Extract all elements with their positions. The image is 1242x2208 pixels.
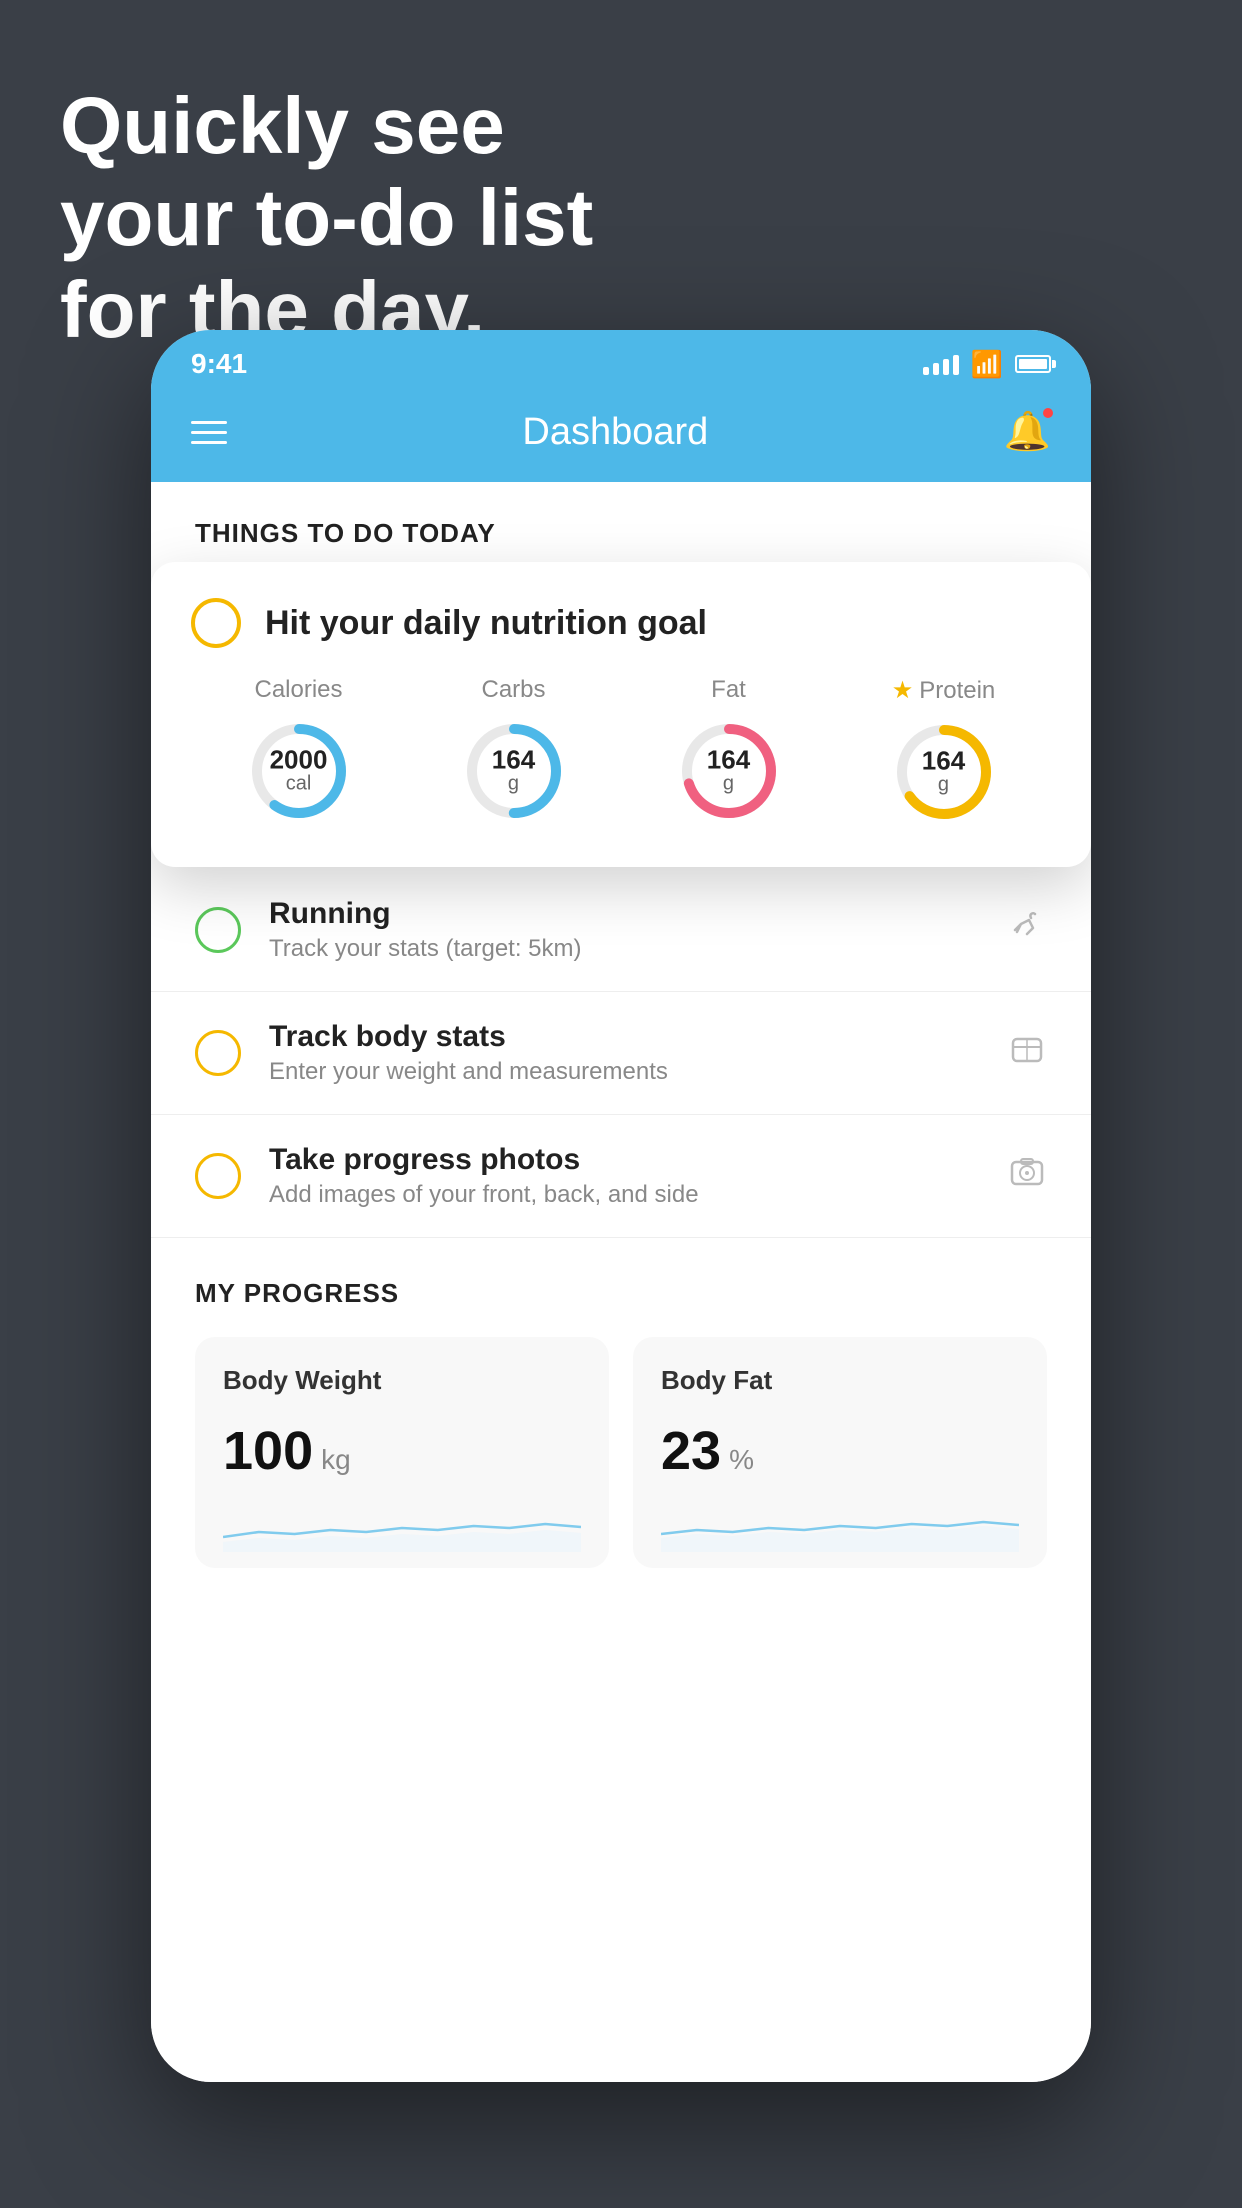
todo-section: Running Track your stats (target: 5km) T…: [151, 869, 1091, 1238]
todo-item-progress-photos[interactable]: Take progress photos Add images of your …: [151, 1115, 1091, 1238]
status-icons: 📶: [923, 349, 1051, 380]
photo-icon: [1007, 1152, 1047, 1201]
running-icon: [1007, 906, 1047, 955]
notification-badge: [1041, 406, 1055, 420]
fat-donut: 164 g: [674, 716, 784, 826]
phone-mockup: 9:41 📶 Dashboard 🔔 THINGS TO DO TODAY: [151, 330, 1091, 2082]
scale-icon: [1007, 1029, 1047, 1078]
nutrition-row: Calories 2000 cal Carbs: [191, 676, 1051, 827]
menu-button[interactable]: [191, 421, 227, 444]
nutrition-carbs: Carbs 164 g: [459, 676, 569, 826]
battery-icon: [1015, 355, 1051, 373]
card-header: Hit your daily nutrition goal: [191, 598, 1051, 648]
section-header-today: THINGS TO DO TODAY: [151, 482, 1091, 569]
todo-circle-progress-photos: [195, 1153, 241, 1199]
phone-body: THINGS TO DO TODAY Hit your daily nutrit…: [151, 482, 1091, 2082]
nav-bar: Dashboard 🔔: [151, 390, 1091, 482]
weight-wave: [223, 1502, 581, 1552]
nav-title: Dashboard: [522, 411, 708, 454]
body-fat-title: Body Fat: [661, 1365, 1019, 1396]
carbs-label: Carbs: [481, 676, 545, 704]
task-circle-nutrition[interactable]: [191, 598, 241, 648]
calories-donut: 2000 cal: [244, 716, 354, 826]
body-weight-title: Body Weight: [223, 1365, 581, 1396]
nutrition-card: Hit your daily nutrition goal Calories 2…: [151, 562, 1091, 867]
fat-label: Fat: [711, 676, 746, 704]
todo-text-progress-photos: Take progress photos Add images of your …: [269, 1143, 1007, 1209]
wifi-icon: 📶: [971, 349, 1003, 380]
signal-icon: [923, 353, 959, 375]
todo-circle-running: [195, 907, 241, 953]
progress-card-weight[interactable]: Body Weight 100 kg: [195, 1337, 609, 1568]
todo-item-body-stats[interactable]: Track body stats Enter your weight and m…: [151, 992, 1091, 1115]
nutrition-protein: ★ Protein 164 g: [889, 676, 999, 827]
body-fat-value: 23 %: [661, 1420, 1019, 1482]
todo-circle-body-stats: [195, 1030, 241, 1076]
time-display: 9:41: [191, 348, 247, 380]
star-icon: ★: [892, 676, 914, 705]
progress-section: MY PROGRESS Body Weight 100 kg: [151, 1238, 1091, 1608]
protein-label: ★ Protein: [892, 676, 996, 705]
todo-text-body-stats: Track body stats Enter your weight and m…: [269, 1020, 1007, 1086]
protein-donut: 164 g: [889, 717, 999, 827]
progress-cards: Body Weight 100 kg Body Fat: [195, 1337, 1047, 1568]
progress-header: MY PROGRESS: [195, 1278, 1047, 1309]
todo-item-running[interactable]: Running Track your stats (target: 5km): [151, 869, 1091, 992]
progress-card-fat[interactable]: Body Fat 23 %: [633, 1337, 1047, 1568]
notification-button[interactable]: 🔔: [1004, 410, 1051, 454]
status-bar: 9:41 📶: [151, 330, 1091, 390]
carbs-donut: 164 g: [459, 716, 569, 826]
nutrition-calories: Calories 2000 cal: [244, 676, 354, 826]
todo-text-running: Running Track your stats (target: 5km): [269, 897, 1007, 963]
fat-wave: [661, 1502, 1019, 1552]
card-title: Hit your daily nutrition goal: [265, 604, 707, 643]
nutrition-fat: Fat 164 g: [674, 676, 784, 826]
body-weight-value: 100 kg: [223, 1420, 581, 1482]
app-headline: Quickly see your to-do list for the day.: [60, 80, 593, 356]
calories-label: Calories: [254, 676, 342, 704]
